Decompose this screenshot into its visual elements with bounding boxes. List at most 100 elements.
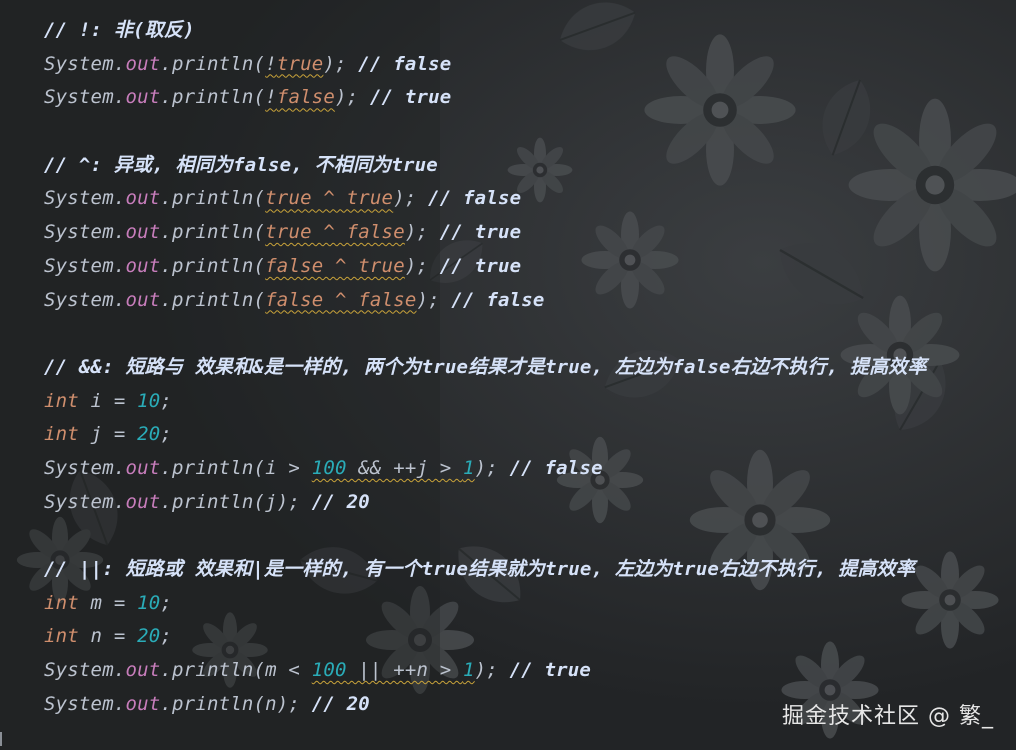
code-token: .println(j); [160,490,312,513]
code-token: .println( [160,254,266,277]
code-token: int [44,389,79,412]
code-line[interactable]: System.out.println(i > 100 && ++j > 1); … [44,452,927,486]
code-token: ); [335,86,370,109]
code-token: ); [323,52,359,75]
code-token: ); [416,288,452,311]
code-token: ; [160,389,173,412]
code-line[interactable] [44,519,927,553]
code-line[interactable]: System.out.println(true ^ false); // tru… [44,216,927,250]
code-token: n = [78,625,138,648]
code-token: System. [44,221,126,244]
code-token: ! [265,52,277,75]
code-line[interactable]: System.out.println(false ^ false); // fa… [44,284,927,318]
code-token: ); [404,221,440,244]
code-token: .println( [160,86,266,109]
code-comment: // ||: 短路或 效果和|是一样的, 有一个true结果就为true, 左边… [44,558,916,580]
code-token: out [125,187,161,210]
watermark: 掘金技术社区 @ 繁_ [782,704,994,729]
code-token: .println( [160,221,266,244]
code-comment: // false [509,456,603,479]
code-token: out [125,254,161,277]
code-token: int [44,625,79,648]
code-token: .println(i > [160,456,312,479]
code-token: System. [44,288,126,311]
code-token: || ++n > [346,659,464,682]
code-token: System. [44,86,126,109]
code-token: .println( [160,187,266,210]
code-line[interactable]: int m = 10; [44,587,927,621]
code-token: .println( [160,288,266,311]
gutter-marker [0,732,10,746]
code-line[interactable]: System.out.println(j); // 20 [44,486,927,520]
code-comment: // ^: 异或, 相同为false, 不相同为true [44,153,438,176]
code-token: .println( [160,52,266,75]
code-comment: // true [439,221,522,244]
code-token: System. [44,659,126,682]
code-line[interactable]: System.out.println(!true); // false [44,48,927,82]
code-token: 100 [311,456,347,479]
code-comment: // false [358,52,452,75]
code-line[interactable]: int i = 10; [44,385,927,419]
code-token: 100 [311,659,347,682]
code-token: j = [78,423,138,446]
code-token: ); [404,254,440,277]
code-comment: // &&: 短路与 效果和&是一样的, 两个为true结果才是true, 左边… [44,355,927,378]
code-line[interactable]: System.out.println(false ^ true); // tru… [44,250,927,284]
code-line[interactable]: System.out.println(true ^ true); // fals… [44,182,927,216]
code-token: out [125,221,161,244]
code-token: true ^ true [265,187,394,210]
code-token: System. [44,456,126,479]
code-token: out [125,659,161,682]
code-comment: // false [451,288,545,311]
code-token: System. [44,52,126,75]
code-token: i = [78,389,138,412]
code-token: 1 [463,456,475,479]
code-token: false ^ false [265,288,417,311]
code-token: out [125,456,161,479]
code-line[interactable]: System.out.println(m < 100 || ++n > 1); … [44,654,927,688]
code-line[interactable]: int n = 20; [44,620,927,654]
code-line[interactable]: System.out.println(!false); // true [44,81,927,115]
code-comment: // true [439,254,522,277]
code-line[interactable]: // &&: 短路与 效果和&是一样的, 两个为true结果才是true, 左边… [44,351,927,385]
code-comment: // !: 非(取反) [44,19,195,41]
code-token: false [276,86,336,109]
code-token: false ^ true [265,254,405,277]
code-token: ! [265,86,277,109]
code-line[interactable]: // !: 非(取反) [44,14,927,48]
code-token: out [125,52,161,75]
code-comment: // true [509,659,592,682]
code-token: m = [78,591,138,614]
code-token: true ^ false [265,221,405,244]
code-token: out [125,692,161,715]
code-editor[interactable]: // !: 非(取反) System.out.println(!true); //… [44,14,927,721]
code-token: 10 [137,389,161,412]
code-token: .println(m < [160,659,312,682]
code-line[interactable] [44,115,927,149]
code-token: .println(n); [160,692,312,715]
code-token: int [44,591,79,614]
code-token: ); [474,659,510,682]
code-token: && ++j > [346,456,464,479]
code-comment: // true [369,86,452,109]
code-token: out [125,490,161,513]
code-token: 10 [137,591,161,614]
code-line[interactable]: // ||: 短路或 效果和|是一样的, 有一个true结果就为true, 左边… [44,553,927,587]
code-token: int [44,423,79,446]
code-token: true [276,52,324,75]
code-token: ); [393,187,429,210]
code-line[interactable]: int j = 20; [44,418,927,452]
code-token: System. [44,187,126,210]
code-token: out [125,86,161,109]
code-token: 20 [137,423,161,446]
code-comment: // 20 [311,692,370,715]
code-token: ; [160,625,173,648]
code-token: System. [44,490,126,513]
code-line[interactable]: // ^: 异或, 相同为false, 不相同为true [44,149,927,183]
code-token: ); [474,456,510,479]
code-token: 20 [137,625,161,648]
code-line[interactable] [44,317,927,351]
code-comment: // 20 [311,490,370,513]
code-token: System. [44,254,126,277]
code-token: ; [160,423,173,446]
